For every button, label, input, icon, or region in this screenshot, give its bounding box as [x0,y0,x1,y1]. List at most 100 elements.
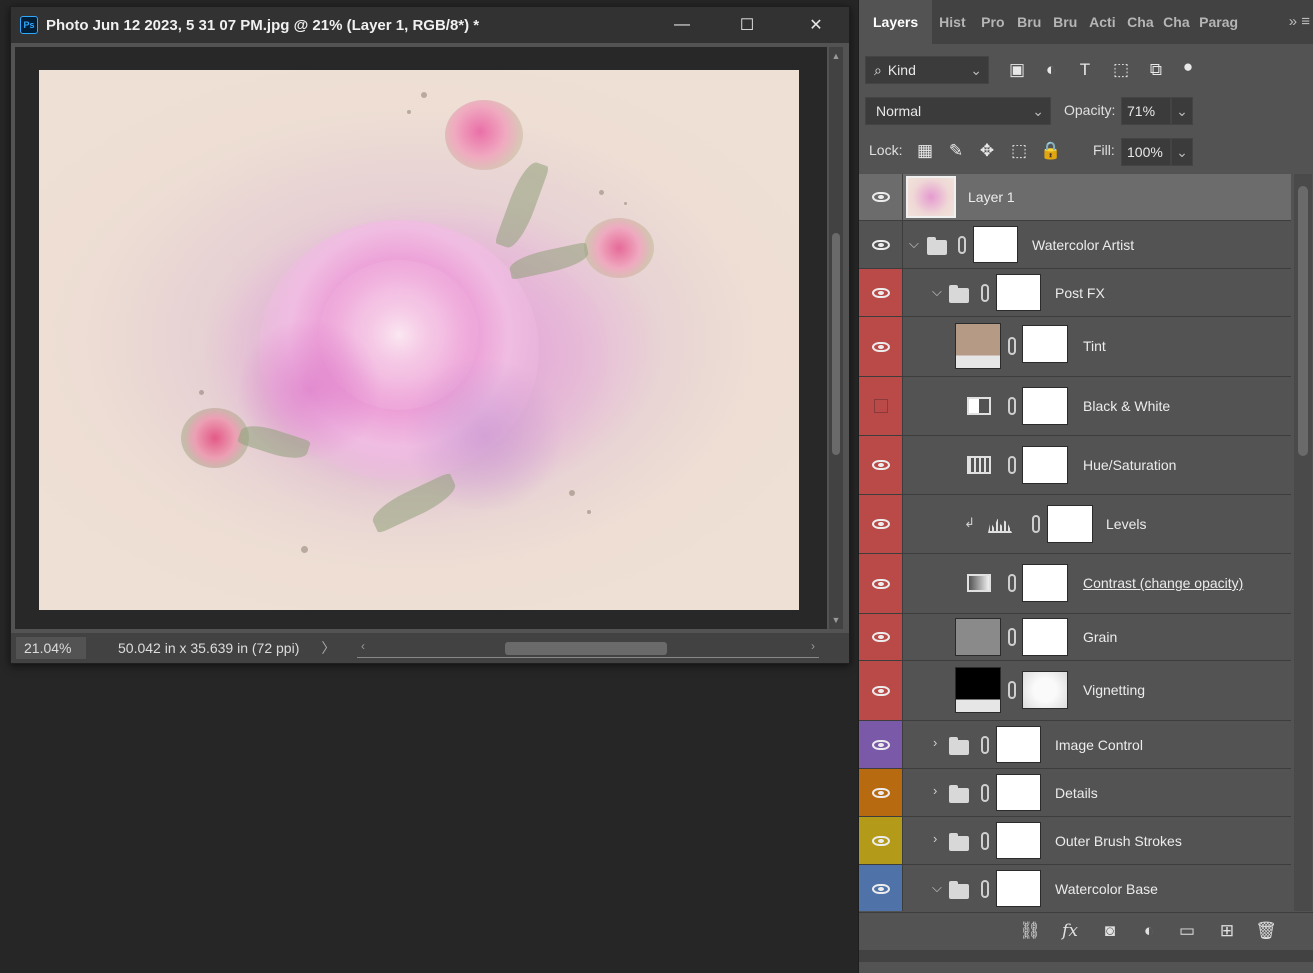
smart-object-filter-icon[interactable]: ⧉ [1145,59,1167,81]
tab-channels[interactable]: Cha [1120,0,1156,44]
zoom-field[interactable]: 21.04% [16,637,86,659]
layer-row-contrast[interactable]: Contrast (change opacity) [859,554,1291,614]
layer-mask-thumbnail [996,274,1041,311]
layer-row-details[interactable]: › Details [859,769,1291,817]
panel-overflow-icon[interactable]: » ≡ [1289,0,1310,44]
layer-row-grain[interactable]: Grain [859,614,1291,661]
lock-position-icon[interactable]: ✥ [976,140,998,162]
layer-row-tint[interactable]: Tint [859,317,1291,377]
tab-character[interactable]: Cha [1156,0,1192,44]
add-mask-icon[interactable]: ◙ [1099,920,1121,942]
visibility-toggle[interactable] [859,269,903,316]
fill-field[interactable]: 100% [1121,138,1171,166]
expand-caret-icon[interactable]: ⌵ [932,880,942,896]
canvas-area[interactable] [15,47,827,629]
shape-layer-filter-icon[interactable]: ⬚ [1110,59,1132,81]
blend-mode-select[interactable]: Normal ⌄ [865,97,1051,125]
layer-name: Hue/Saturation [1083,457,1177,473]
visibility-toggle[interactable] [859,614,903,660]
paint-splatter [421,92,427,98]
scroll-down-icon[interactable]: ▼ [829,613,843,627]
layer-filter-select[interactable]: ⌕ Kind ⌄ [865,56,989,84]
minimize-button[interactable]: — [659,7,705,43]
layer-row-watercolor-artist[interactable]: ⌵ Watercolor Artist [859,221,1291,269]
visibility-toggle[interactable] [859,377,903,435]
visibility-toggle[interactable] [859,495,903,553]
opacity-chevron-icon[interactable]: ⌄ [1171,97,1193,125]
visibility-toggle[interactable] [859,865,903,911]
status-menu-arrow-icon[interactable]: 〉 [321,638,335,658]
layer-name: Watercolor Artist [1032,237,1135,253]
collapse-caret-icon[interactable]: › [933,831,937,846]
eye-icon [871,192,890,202]
layer-list-scroll-thumb[interactable] [1298,186,1308,456]
fill-chevron-icon[interactable]: ⌄ [1171,138,1193,166]
blend-mode-value: Normal [876,103,922,119]
layer-row-black-and-white[interactable]: Black & White [859,377,1291,436]
new-group-icon[interactable]: ▭ [1176,920,1198,942]
layer-row-hue-saturation[interactable]: Hue/Saturation [859,436,1291,495]
link-layers-icon[interactable]: ⛓ [1019,920,1041,942]
lock-artboard-icon[interactable]: ⬚ [1008,140,1030,162]
maximize-button[interactable]: ☐ [724,7,770,43]
visibility-toggle[interactable] [859,174,903,220]
search-icon: ⌕ [874,61,882,78]
horizontal-scroll-thumb[interactable] [505,642,667,655]
collapse-caret-icon[interactable]: › [933,783,937,798]
visibility-toggle[interactable] [859,317,903,376]
visibility-toggle[interactable] [859,661,903,720]
pixel-layer-filter-icon[interactable]: ▣ [1006,59,1028,81]
tab-brush-settings[interactable]: Bru [1046,0,1082,44]
scroll-right-icon[interactable]: › [811,639,815,653]
document-titlebar[interactable]: Ps Photo Jun 12 2023, 5 31 07 PM.jpg @ 2… [11,7,849,43]
collapse-caret-icon[interactable]: › [933,735,937,750]
scroll-left-icon[interactable]: ‹ [361,639,365,653]
layer-row-outer-brush-strokes[interactable]: › Outer Brush Strokes [859,817,1291,865]
lock-all-icon[interactable]: 🔒 [1040,140,1062,162]
layer-row-image-control[interactable]: › Image Control [859,721,1291,769]
document-size-info: 50.042 in x 35.639 in (72 ppi) [118,640,300,656]
new-adjustment-layer-icon[interactable]: ◐ [1138,920,1160,942]
eye-icon [871,341,890,352]
visibility-toggle[interactable] [859,221,903,268]
tab-layers[interactable]: Layers [859,0,933,44]
visibility-toggle[interactable] [859,769,903,816]
tab-properties[interactable]: Pro [974,0,1010,44]
visibility-toggle[interactable] [859,721,903,768]
layer-row-post-fx[interactable]: ⌵ Post FX [859,269,1291,317]
scroll-up-icon[interactable]: ▲ [829,49,843,63]
document-image[interactable] [39,70,799,610]
layer-row-watercolor-base[interactable]: ⌵ Watercolor Base [859,865,1291,911]
new-layer-icon[interactable]: ⊞ [1216,920,1238,942]
tab-actions[interactable]: Acti [1082,0,1120,44]
layer-row-levels[interactable]: ↲ Levels [859,495,1291,554]
visibility-toggle[interactable] [859,817,903,864]
close-button[interactable]: ✕ [793,7,839,43]
opacity-field[interactable]: 71% [1121,97,1171,125]
layer-style-fx-icon[interactable]: fx [1059,920,1081,942]
tab-brushes[interactable]: Bru [1010,0,1046,44]
adjustment-layer-filter-icon[interactable]: ◐ [1040,59,1062,81]
visibility-toggle[interactable] [859,436,903,494]
panel-tab-bar: Layers Hist Pro Bru Bru Acti Cha Cha Par… [859,0,1313,44]
vertical-scroll-thumb[interactable] [832,233,840,455]
layer-list-scrollbar[interactable] [1294,174,1312,911]
layer-row-layer-1[interactable]: Layer 1 [859,174,1291,221]
vertical-scrollbar[interactable]: ▲ ▼ [829,47,843,629]
tab-paragraph[interactable]: Parag [1192,0,1240,44]
type-layer-filter-icon[interactable]: T [1074,59,1096,81]
horizontal-scrollbar[interactable]: ‹ › [357,639,819,658]
visibility-toggle[interactable] [859,554,903,613]
lock-image-pixels-icon[interactable]: ✎ [945,140,967,162]
expand-caret-icon[interactable]: ⌵ [909,236,919,252]
lock-transparent-pixels-icon[interactable]: ▦ [914,140,936,162]
layer-name: Layer 1 [968,189,1015,205]
filter-toggle-icon[interactable]: ● [1177,56,1199,78]
tab-history[interactable]: Hist [932,0,974,44]
layer-row-vignetting[interactable]: Vignetting [859,661,1291,721]
delete-layer-icon[interactable]: 🗑 [1255,920,1277,942]
layer-name: Details [1055,785,1098,801]
expand-caret-icon[interactable]: ⌵ [932,284,942,300]
panel-resize-bar[interactable] [859,950,1313,962]
chevron-down-icon: ⌄ [1032,102,1044,119]
